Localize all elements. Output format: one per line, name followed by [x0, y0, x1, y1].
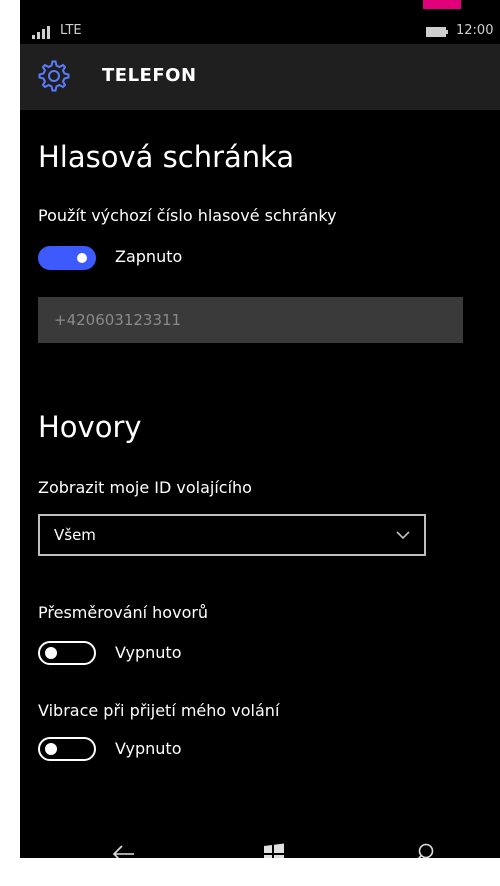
vibrate-on-connect-label: Vibrace při přijetí mého volání — [38, 701, 280, 720]
voicemail-number-input[interactable] — [38, 297, 463, 343]
call-forwarding-toggle[interactable] — [38, 641, 96, 665]
caller-id-label: Zobrazit moje ID volajícího — [38, 478, 252, 497]
toggle-knob — [45, 647, 57, 659]
corner-accent — [423, 0, 461, 9]
battery-icon — [426, 27, 448, 37]
search-icon[interactable] — [406, 836, 442, 858]
phone-screen: LTE 12:00 TELEFON Hlasová schránka Použí… — [20, 0, 500, 858]
toggle-knob — [45, 743, 57, 755]
page-title: TELEFON — [102, 65, 197, 86]
calls-heading: Hovory — [38, 410, 142, 444]
chevron-down-icon — [396, 531, 410, 540]
call-forwarding-toggle-state: Vypnuto — [115, 643, 182, 662]
caller-id-selected-value: Všem — [54, 526, 96, 544]
network-type: LTE — [60, 23, 82, 38]
signal-strength-icon — [32, 26, 50, 39]
default-voicemail-toggle[interactable] — [38, 246, 96, 270]
status-bar: LTE 12:00 — [20, 14, 500, 44]
back-arrow-icon[interactable] — [106, 836, 142, 858]
vibrate-on-connect-toggle[interactable] — [38, 737, 96, 761]
vibrate-on-connect-toggle-state: Vypnuto — [115, 739, 182, 758]
default-voicemail-label: Použít výchozí číslo hlasové schránky — [38, 206, 337, 225]
call-forwarding-label: Přesměrování hovorů — [38, 603, 209, 622]
caller-id-select[interactable]: Všem — [38, 514, 426, 556]
voicemail-heading: Hlasová schránka — [38, 140, 295, 174]
windows-icon[interactable] — [256, 836, 292, 858]
app-header: TELEFON — [20, 44, 500, 110]
toggle-knob — [77, 253, 87, 263]
gear-icon — [38, 60, 70, 92]
default-voicemail-toggle-state: Zapnuto — [115, 247, 183, 266]
navigation-bar — [20, 826, 500, 858]
status-time: 12:00 — [456, 23, 494, 38]
